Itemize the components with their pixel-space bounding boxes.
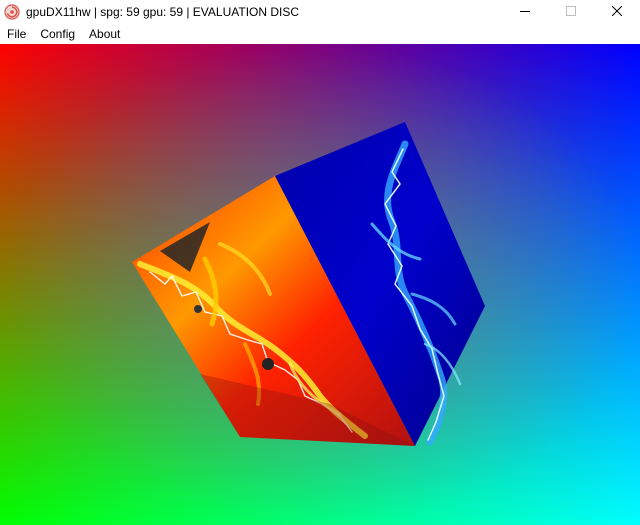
maximize-button[interactable] [548,0,594,24]
menu-about[interactable]: About [82,24,127,44]
menu-config[interactable]: Config [33,24,82,44]
render-viewport[interactable] [0,44,640,525]
emulator-window: gpuDX11hw | spg: 59 gpu: 59 | EVALUATION… [0,0,640,525]
close-icon [611,3,623,21]
menu-bar: File Config About [0,24,640,44]
emulator-disc-icon [4,4,20,20]
minimize-icon [520,3,530,21]
menu-file[interactable]: File [0,24,33,44]
maximize-icon [566,3,576,21]
minimize-button[interactable] [502,0,548,24]
title-bar[interactable]: gpuDX11hw | spg: 59 gpu: 59 | EVALUATION… [0,0,640,24]
close-button[interactable] [594,0,640,24]
window-title: gpuDX11hw | spg: 59 gpu: 59 | EVALUATION… [26,5,300,19]
